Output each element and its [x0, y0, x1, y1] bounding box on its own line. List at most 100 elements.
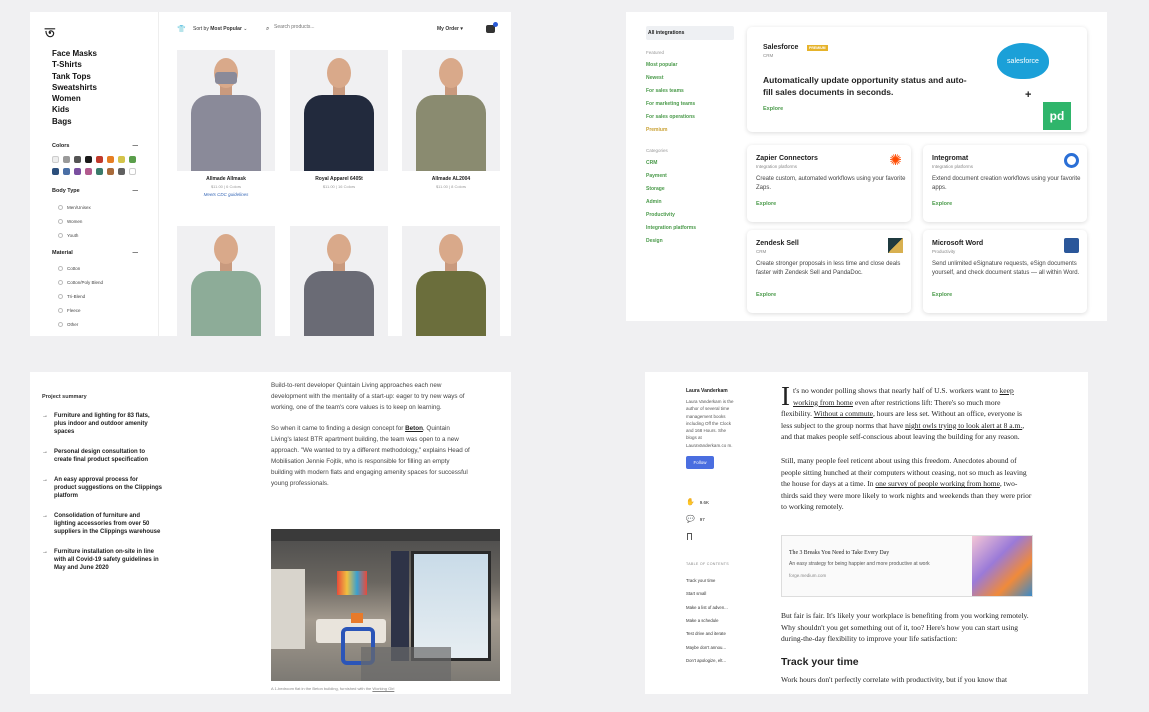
- author-name[interactable]: Laura Vanderkam: [686, 388, 738, 394]
- body-type-option[interactable]: Women: [58, 219, 82, 224]
- featured-nav-item[interactable]: Premium: [646, 127, 734, 133]
- category-link[interactable]: Face Masks: [52, 48, 97, 59]
- product-image[interactable]: [290, 50, 388, 171]
- product-image[interactable]: [402, 226, 500, 336]
- brand-logo[interactable]: ত: [45, 24, 55, 45]
- embed-url: forge.medium.com: [789, 573, 827, 578]
- color-swatch[interactable]: [96, 156, 103, 163]
- toc-item[interactable]: Maybe don't annou...: [686, 645, 746, 650]
- product-card[interactable]: Allmade AL2004 $11.00 | 8 Colors: [402, 50, 500, 189]
- category-link[interactable]: Bags: [52, 116, 97, 127]
- category-nav-item[interactable]: Design: [646, 238, 734, 244]
- material-option[interactable]: Cotton: [58, 266, 80, 271]
- bookmark-icon[interactable]: [687, 533, 692, 540]
- product-card[interactable]: [177, 226, 275, 336]
- color-swatch[interactable]: [118, 168, 125, 175]
- working-girl-link[interactable]: Working Girl: [372, 686, 394, 691]
- toc-item[interactable]: Make a list of adven...: [686, 605, 746, 610]
- link-survey[interactable]: one survey of people working from home: [875, 479, 1000, 488]
- material-facet-header[interactable]: Material —: [52, 250, 138, 256]
- toc-item[interactable]: Don't apologize, elt...: [686, 658, 746, 663]
- product-card[interactable]: Royal Apparel 6405t $11.00 | 16 Colors: [290, 50, 388, 189]
- card-explore-link[interactable]: Explore: [756, 292, 776, 298]
- toc-item[interactable]: Start small: [686, 591, 746, 596]
- color-swatch[interactable]: [63, 156, 70, 163]
- category-nav-item[interactable]: Productivity: [646, 212, 734, 218]
- material-option[interactable]: Cotton/Poly Blend: [58, 280, 103, 285]
- integration-card[interactable]: Microsoft Word Productivity Send unlimited…: [923, 230, 1087, 313]
- category-link[interactable]: Sweatshirts: [52, 82, 97, 93]
- color-swatch[interactable]: [63, 168, 70, 175]
- integration-card[interactable]: Zapier Connectors Integration platforms Cr…: [747, 145, 911, 222]
- search-input[interactable]: [274, 24, 374, 30]
- color-swatch[interactable]: [52, 156, 59, 163]
- category-link[interactable]: T-Shirts: [52, 59, 97, 70]
- product-card[interactable]: [290, 226, 388, 336]
- integration-card[interactable]: Integromat Integration platforms Extend do…: [923, 145, 1087, 222]
- link-without-a-commute[interactable]: Without a commute: [814, 409, 873, 418]
- category-link[interactable]: Kids: [52, 104, 97, 115]
- embedded-link-card[interactable]: The 3 Breaks You Need to Take Every Day …: [781, 535, 1033, 597]
- product-image[interactable]: [402, 50, 500, 171]
- category-nav-item[interactable]: Admin: [646, 199, 734, 205]
- color-swatch[interactable]: [74, 156, 81, 163]
- beton-link[interactable]: Beton: [405, 425, 423, 432]
- color-swatch[interactable]: [107, 168, 114, 175]
- toc-item[interactable]: Track your time: [686, 578, 746, 583]
- link-night-owls[interactable]: night owls trying to look alert at 8 a.m…: [905, 421, 1022, 430]
- product-card[interactable]: [402, 226, 500, 336]
- color-swatch[interactable]: [107, 156, 114, 163]
- product-card[interactable]: Allmade Allmask $11.00 | 6 Colors Meets CD…: [177, 50, 275, 197]
- body-type-option[interactable]: Youth: [58, 233, 78, 238]
- color-swatch[interactable]: [74, 168, 81, 175]
- product-image[interactable]: [177, 50, 275, 171]
- nav-all-integrations[interactable]: All integrations: [646, 26, 734, 40]
- responses-button[interactable]: 💬 97: [686, 515, 705, 523]
- clap-button[interactable]: ✋ 9.6K: [686, 498, 709, 506]
- follow-button[interactable]: Follow: [686, 456, 714, 470]
- card-explore-link[interactable]: Explore: [932, 201, 952, 207]
- hero-explore-link[interactable]: Explore: [763, 106, 783, 112]
- colors-facet-header[interactable]: Colors —: [52, 143, 138, 149]
- featured-nav-item[interactable]: For marketing teams: [646, 101, 734, 107]
- integration-card[interactable]: Zendesk Sell CRM Create stronger proposals…: [747, 230, 911, 313]
- material-option[interactable]: Other: [58, 322, 78, 327]
- toc-item[interactable]: Make a schedule: [686, 618, 746, 623]
- card-explore-link[interactable]: Explore: [756, 201, 776, 207]
- color-swatch[interactable]: [52, 168, 59, 175]
- product-name[interactable]: Allmade AL2004: [402, 176, 500, 182]
- toc-item[interactable]: Test drive and iterate: [686, 631, 746, 636]
- category-nav-item[interactable]: CRM: [646, 160, 734, 166]
- category-nav-item[interactable]: Integration platforms: [646, 225, 734, 231]
- color-swatch[interactable]: [85, 168, 92, 175]
- product-meta: $11.00 | 8 Colors: [435, 184, 467, 189]
- category-link[interactable]: Tank Tops: [52, 71, 97, 82]
- product-name[interactable]: Allmade Allmask: [177, 176, 275, 182]
- card-explore-link[interactable]: Explore: [932, 292, 952, 298]
- product-name[interactable]: Royal Apparel 6405t: [290, 176, 388, 182]
- salesforce-hero-card[interactable]: Salesforce PREMIUM CRM Automatically upd…: [747, 27, 1087, 132]
- material-option[interactable]: Tri-Blend: [58, 294, 85, 299]
- color-swatch[interactable]: [118, 156, 125, 163]
- color-swatch[interactable]: [129, 156, 136, 163]
- my-order-button[interactable]: My Order ▾: [437, 26, 463, 32]
- product-image[interactable]: [290, 226, 388, 336]
- sort-dropdown[interactable]: Sort by Most Popular ⌄: [193, 26, 248, 32]
- color-swatch[interactable]: [96, 168, 103, 175]
- material-option[interactable]: Fleece: [58, 308, 81, 313]
- featured-nav-item[interactable]: For sales operations: [646, 114, 734, 120]
- category-link[interactable]: Women: [52, 93, 97, 104]
- product-guideline-link[interactable]: Meets CDC guidelines: [177, 192, 275, 197]
- card-description: Send unlimited eSignature requests, eSig…: [932, 261, 1080, 276]
- body-type-option[interactable]: Men/Unisex: [58, 205, 91, 210]
- category-nav-item[interactable]: Payment: [646, 173, 734, 179]
- featured-nav-item[interactable]: Newest: [646, 75, 734, 81]
- product-image[interactable]: [177, 226, 275, 336]
- featured-nav-item[interactable]: Most popular: [646, 62, 734, 68]
- featured-nav-item[interactable]: For sales teams: [646, 88, 734, 94]
- body-type-facet-header[interactable]: Body Type —: [52, 188, 138, 194]
- color-swatch[interactable]: [129, 168, 136, 175]
- category-nav-item[interactable]: Storage: [646, 186, 734, 192]
- response-count: 97: [699, 516, 705, 522]
- color-swatch[interactable]: [85, 156, 92, 163]
